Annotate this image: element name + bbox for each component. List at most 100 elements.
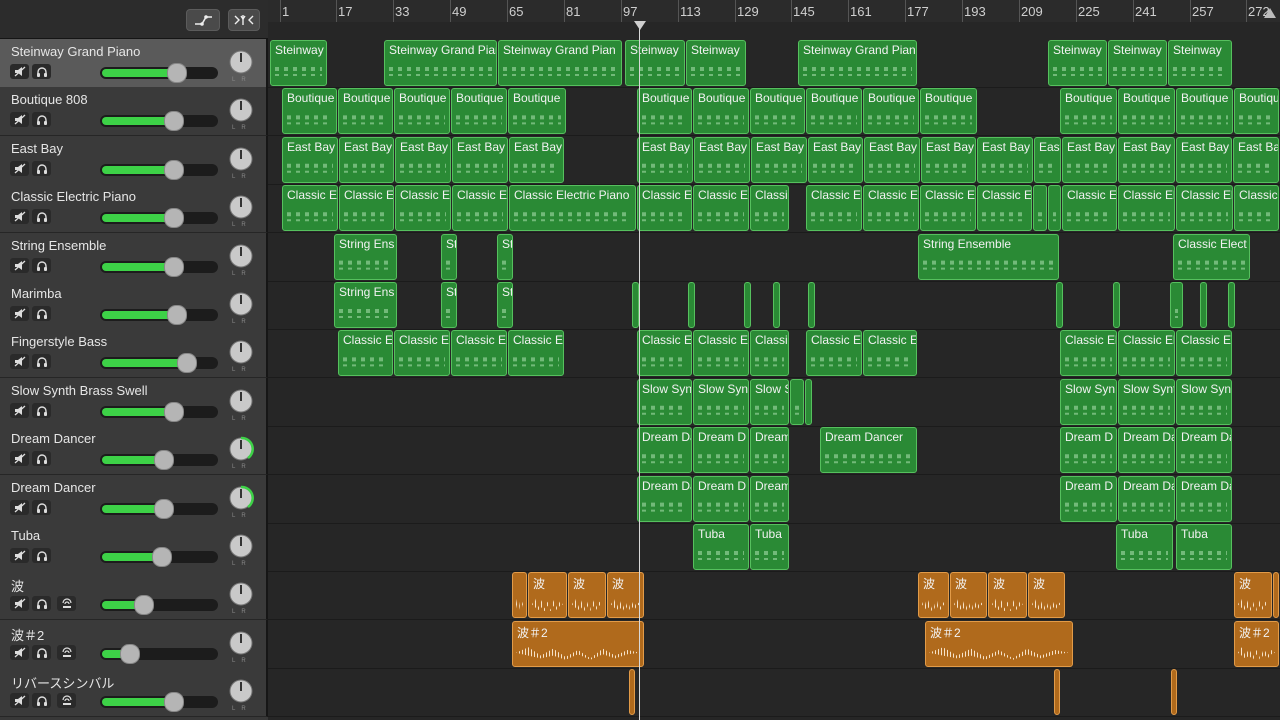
midi-region[interactable]: East xyxy=(1034,136,1061,183)
midi-region[interactable]: Steinway xyxy=(1108,40,1167,86)
midi-region[interactable]: Classic El xyxy=(452,185,508,232)
midi-region[interactable]: Steinway Grand Pian xyxy=(498,40,622,86)
volume-slider-handle[interactable] xyxy=(134,595,154,616)
midi-region[interactable]: Classic El xyxy=(1176,185,1233,232)
midi-region[interactable]: Classic El xyxy=(637,185,692,232)
midi-region[interactable]: Steinway xyxy=(625,40,685,86)
volume-slider-handle[interactable] xyxy=(164,692,184,713)
midi-region[interactable]: St xyxy=(441,233,457,280)
midi-region[interactable]: Steinway xyxy=(1168,40,1232,86)
audio-region[interactable]: 波＃2 xyxy=(1234,620,1279,667)
solo-button[interactable] xyxy=(32,112,51,128)
volume-slider[interactable] xyxy=(100,357,218,370)
automation-button[interactable] xyxy=(186,9,220,31)
midi-region[interactable]: Dream Da xyxy=(637,427,692,474)
pan-knob[interactable] xyxy=(228,49,254,75)
midi-region[interactable]: Slow Syn xyxy=(1060,378,1117,425)
mute-button[interactable] xyxy=(10,451,29,467)
midi-region[interactable]: Boutique xyxy=(1060,88,1117,135)
midi-region[interactable] xyxy=(805,378,812,425)
mute-button[interactable] xyxy=(10,693,29,709)
midi-region[interactable]: Slow Synt xyxy=(637,378,692,425)
pan-knob[interactable] xyxy=(228,146,254,172)
midi-region[interactable]: Dream Da xyxy=(1118,427,1175,474)
solo-button[interactable] xyxy=(32,160,51,176)
midi-region[interactable]: St xyxy=(497,233,513,280)
volume-slider[interactable] xyxy=(100,309,218,321)
mute-button[interactable] xyxy=(10,160,29,176)
midi-region[interactable]: Boutique xyxy=(750,88,805,135)
audio-region[interactable]: 波 xyxy=(918,572,949,619)
midi-region[interactable]: East Bay xyxy=(339,136,394,183)
volume-slider-handle[interactable] xyxy=(167,305,187,325)
volume-slider[interactable] xyxy=(100,696,218,709)
solo-button[interactable] xyxy=(32,596,51,612)
volume-slider-handle[interactable] xyxy=(152,547,172,567)
pan-knob[interactable] xyxy=(228,339,254,365)
midi-region[interactable]: Slow Synt xyxy=(1118,378,1175,425)
midi-region[interactable]: East Bay xyxy=(395,136,451,183)
midi-region[interactable] xyxy=(1228,282,1235,328)
pan-knob[interactable] xyxy=(228,630,254,656)
midi-region[interactable]: East Bay xyxy=(921,136,976,183)
track-name[interactable]: Steinway Grand Piano xyxy=(11,44,140,59)
midi-region[interactable]: Classic El xyxy=(693,185,749,232)
volume-slider-handle[interactable] xyxy=(167,63,187,83)
midi-region[interactable]: Classic El xyxy=(338,330,393,377)
midi-region[interactable] xyxy=(688,282,695,328)
track-lane[interactable]: Classic El Classic El Classic El Classic El… xyxy=(268,184,1280,234)
midi-region[interactable]: Classic El xyxy=(637,330,692,377)
volume-slider[interactable] xyxy=(100,405,218,418)
volume-slider-handle[interactable] xyxy=(164,256,184,277)
volume-slider-handle[interactable] xyxy=(164,401,184,422)
midi-region[interactable]: Classic El xyxy=(1176,330,1232,377)
midi-region[interactable]: East Bay xyxy=(1233,136,1279,183)
volume-slider-handle[interactable] xyxy=(164,111,184,132)
playhead-handle[interactable] xyxy=(634,21,646,30)
audio-region[interactable]: 波 xyxy=(1234,572,1272,619)
track-header[interactable]: Classic Electric Piano LR xyxy=(0,184,268,234)
solo-button[interactable] xyxy=(32,354,51,370)
midi-region[interactable]: Tuba xyxy=(750,524,789,570)
midi-region[interactable]: East Bay xyxy=(864,136,920,183)
pan-knob[interactable] xyxy=(228,485,254,511)
midi-region[interactable]: East Bay xyxy=(282,136,338,183)
midi-region[interactable] xyxy=(1200,282,1207,328)
track-header[interactable]: Tuba LR xyxy=(0,523,268,572)
midi-region[interactable]: Classic El xyxy=(282,185,338,232)
mute-button[interactable] xyxy=(10,257,29,273)
track-name[interactable]: Dream Dancer xyxy=(11,431,96,446)
midi-region[interactable]: String Ensemble xyxy=(918,233,1059,280)
midi-region[interactable] xyxy=(1113,282,1120,328)
solo-button[interactable] xyxy=(32,499,51,515)
track-name[interactable]: Dream Dancer xyxy=(11,480,96,495)
midi-region[interactable]: Classic xyxy=(1234,185,1279,232)
midi-region[interactable]: Classic El xyxy=(806,185,862,232)
volume-slider-handle[interactable] xyxy=(120,643,140,664)
mute-button[interactable] xyxy=(10,644,29,660)
track-lane[interactable]: 波波波波波波波波波 xyxy=(268,571,1280,621)
midi-region[interactable]: East Bay xyxy=(1118,136,1175,183)
input-monitor-button[interactable] xyxy=(57,644,76,660)
midi-region[interactable]: Dream Da xyxy=(1176,427,1232,474)
pan-knob[interactable] xyxy=(228,581,254,607)
midi-region[interactable]: Slow Synt xyxy=(1176,378,1232,425)
track-lane[interactable] xyxy=(268,668,1280,718)
midi-region[interactable]: East Bay xyxy=(808,136,863,183)
midi-region[interactable] xyxy=(1033,185,1047,232)
midi-region[interactable]: Classic El xyxy=(1118,330,1175,377)
solo-button[interactable] xyxy=(32,209,51,225)
midi-region[interactable]: Boutique xyxy=(508,88,566,135)
audio-region[interactable] xyxy=(512,572,527,619)
track-name[interactable]: East Bay xyxy=(11,141,63,156)
midi-region[interactable]: St xyxy=(441,282,457,328)
midi-region[interactable] xyxy=(744,282,751,328)
midi-region[interactable]: Boutique xyxy=(863,88,919,135)
midi-region[interactable]: Classic El xyxy=(863,185,919,232)
pan-knob[interactable] xyxy=(228,97,254,123)
volume-slider[interactable] xyxy=(100,260,218,273)
midi-region[interactable]: Steinway xyxy=(686,40,746,86)
track-name[interactable]: Boutique 808 xyxy=(11,92,88,107)
audio-region[interactable] xyxy=(629,669,635,716)
midi-region[interactable]: Boutique xyxy=(1176,88,1233,135)
